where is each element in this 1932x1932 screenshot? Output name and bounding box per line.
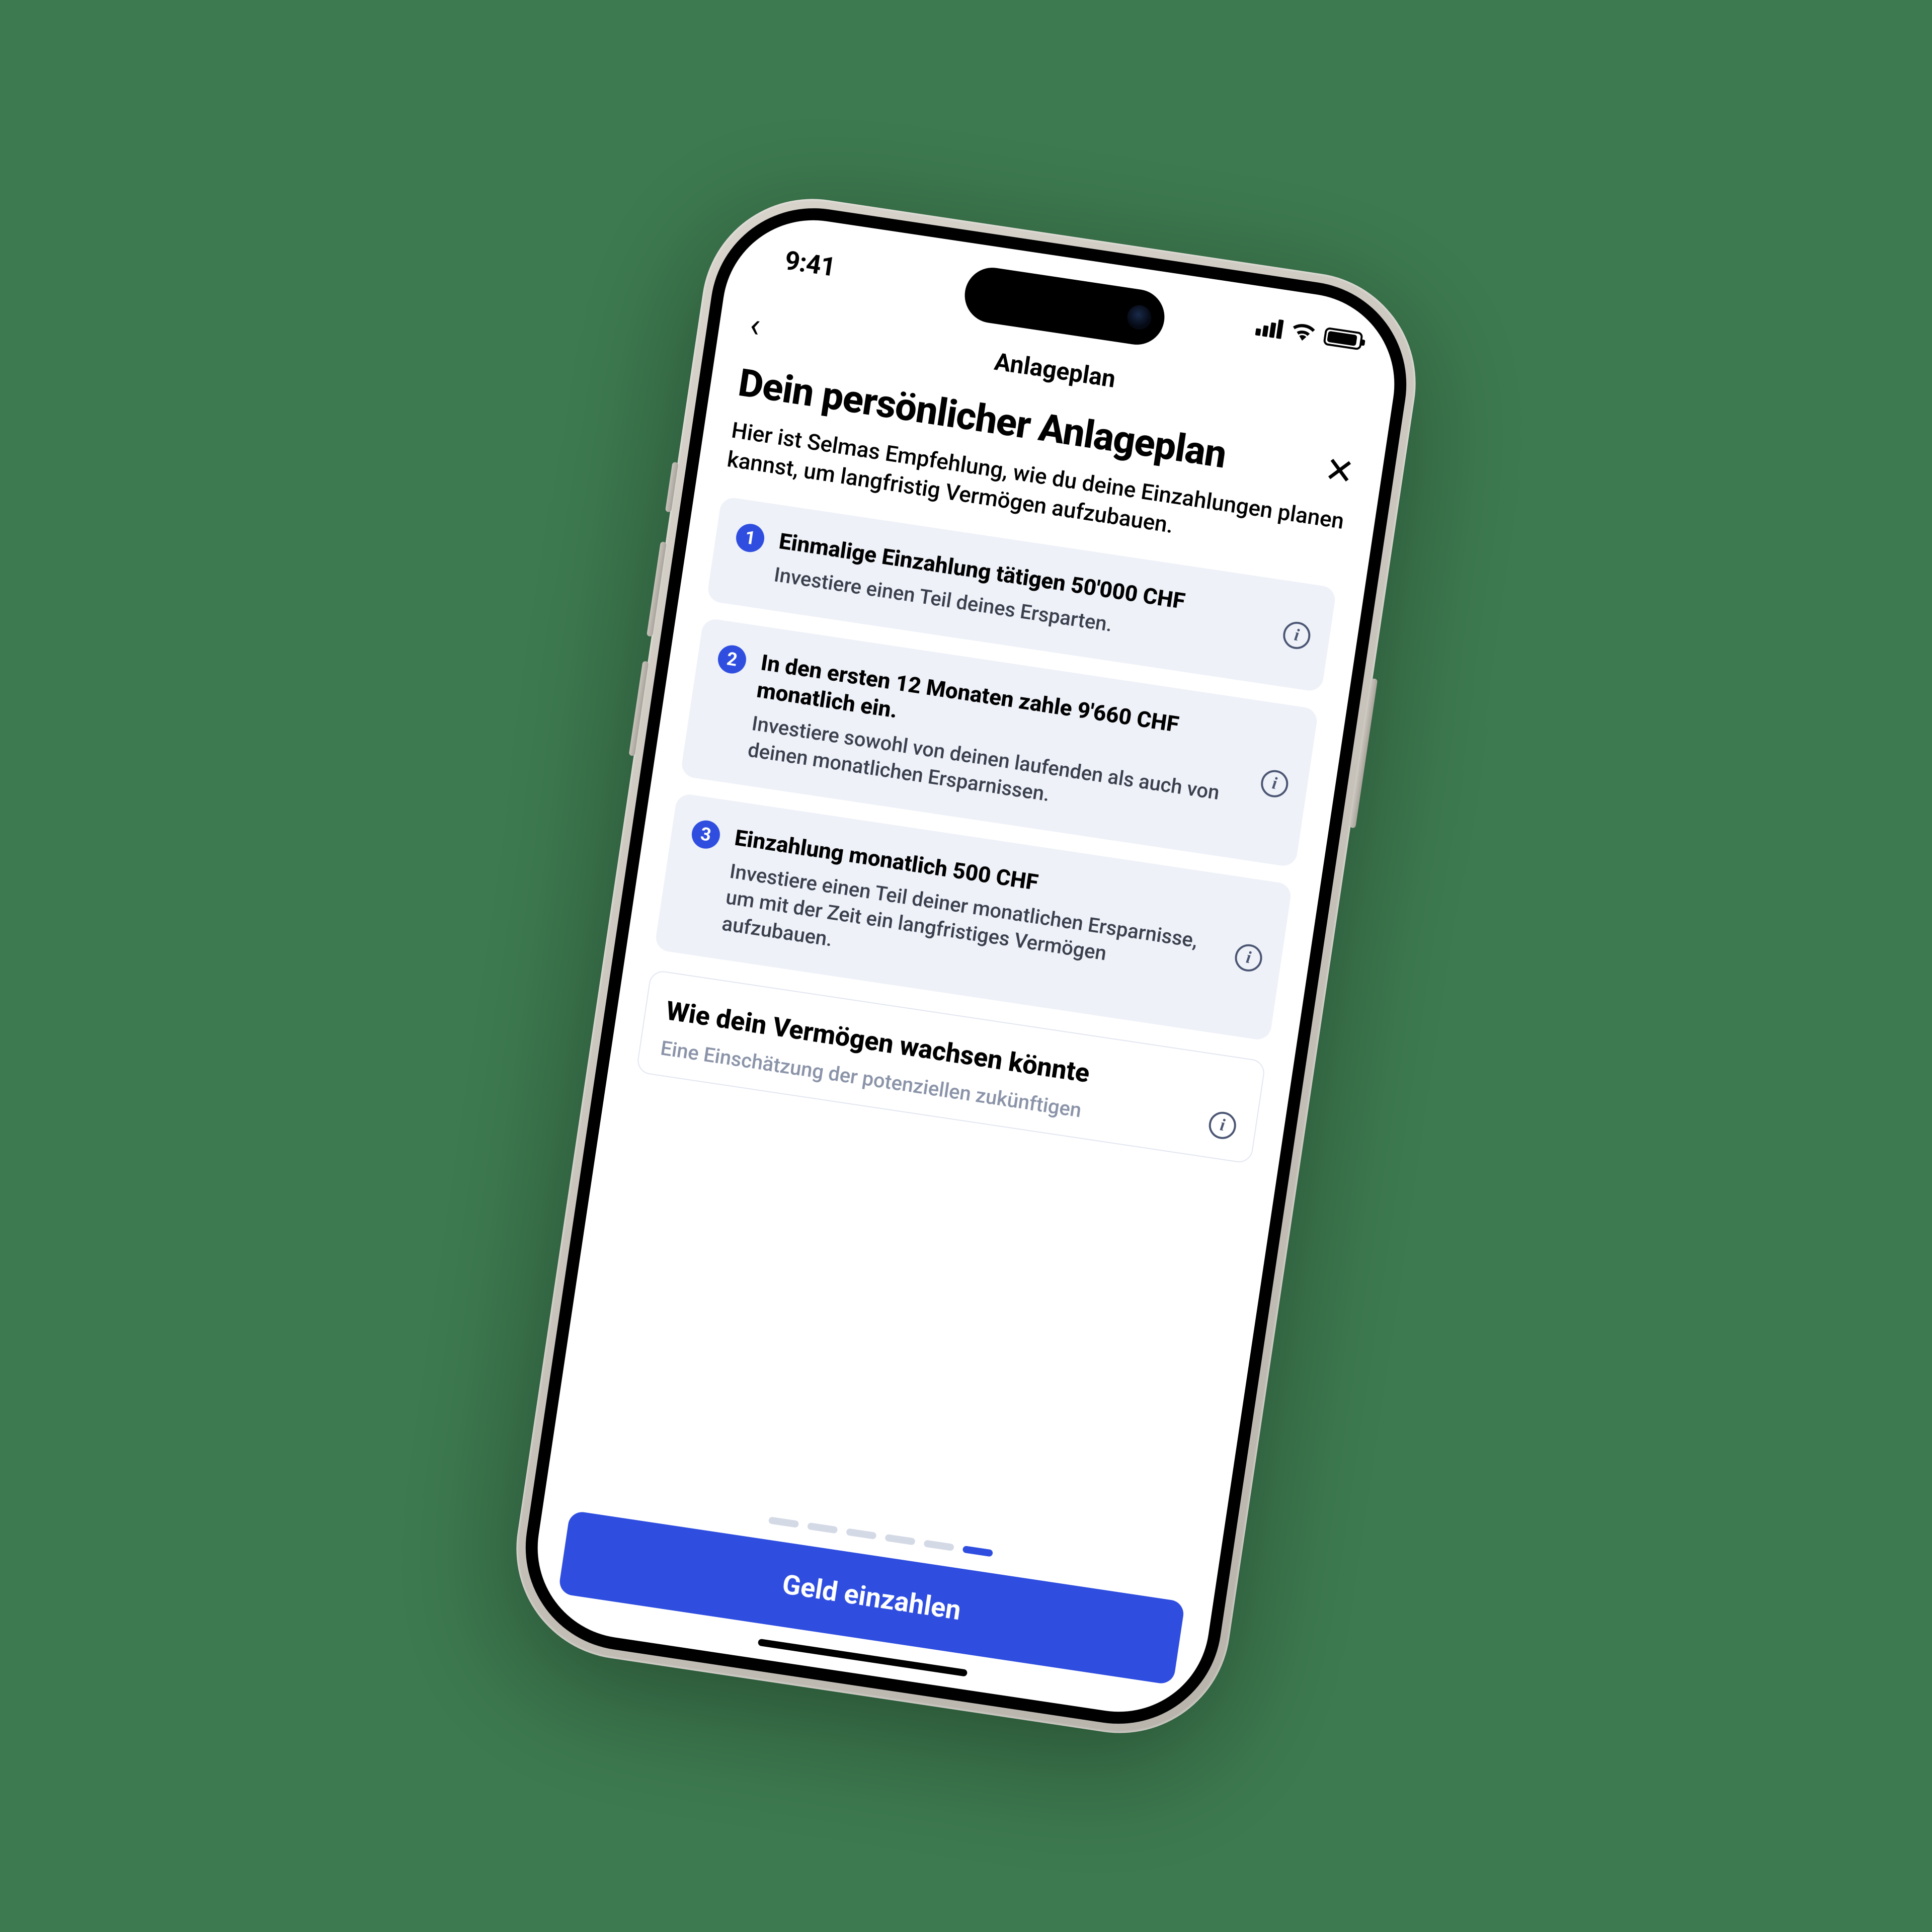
close-button[interactable]: ✕ (1322, 449, 1357, 491)
page-dot[interactable] (807, 1522, 838, 1534)
status-icons (1255, 315, 1363, 352)
wifi-icon (1290, 320, 1317, 345)
content-area: Dein persönlicher Anlageplan ✕ Hier ist … (525, 347, 1386, 1724)
battery-icon (1323, 327, 1363, 351)
status-time: 9:41 (783, 245, 837, 283)
steps-list: 1 Einmalige Einzahlung tätigen 50'000 CH… (654, 496, 1337, 1041)
bottom-bar: Geld einzahlen (525, 1483, 1216, 1724)
phone-bezel: 9:41 ‹ Anlageplan (512, 194, 1420, 1738)
page-dot[interactable] (846, 1528, 876, 1540)
step-number-badge: 1 (734, 522, 766, 554)
step-number-badge: 3 (690, 819, 722, 851)
page-dot-active[interactable] (962, 1546, 993, 1557)
page-dot[interactable] (768, 1516, 799, 1528)
screen: 9:41 ‹ Anlageplan (525, 208, 1407, 1724)
cellular-icon (1255, 316, 1284, 339)
phone-frame: 9:41 ‹ Anlageplan (501, 184, 1430, 1748)
page-dot[interactable] (884, 1534, 915, 1546)
step-number-badge: 2 (716, 643, 748, 676)
silent-switch[interactable] (665, 462, 679, 513)
page-dot[interactable] (923, 1540, 954, 1551)
